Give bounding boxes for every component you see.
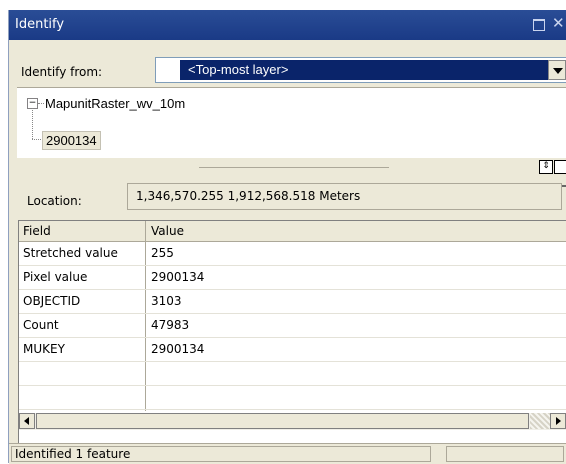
scroll-right-icon[interactable]	[550, 413, 566, 429]
scrollbar-track[interactable]	[530, 413, 550, 429]
horizontal-scrollbar[interactable]	[19, 413, 566, 430]
location-label: Location:	[27, 194, 82, 208]
status-pane	[446, 446, 564, 462]
value-cell: 2900134	[151, 270, 205, 284]
scrollbar-thumb[interactable]	[36, 413, 529, 429]
identify-window: Identify ✕ Identify from: <Top-most laye…	[8, 10, 566, 464]
scroll-left-icon[interactable]	[19, 413, 35, 429]
value-cell: 2900134	[151, 342, 205, 356]
table-row[interactable]: Pixel value 2900134	[19, 265, 566, 290]
table-header: Field Value	[19, 221, 566, 242]
value-cell: 47983	[151, 318, 190, 332]
pane-splitter[interactable]	[199, 167, 389, 168]
table-row[interactable]: Count 47983	[19, 313, 566, 338]
column-header-value[interactable]: Value	[151, 224, 184, 238]
attribute-table: Field Value Stretched value 255 Pixel va…	[18, 220, 566, 448]
field-cell: Stretched value	[23, 246, 118, 260]
table-row[interactable]: Stretched value 255	[19, 241, 566, 266]
field-cell: Pixel value	[23, 270, 88, 284]
table-row[interactable]: MUKEY 2900134	[19, 337, 566, 362]
status-text: Identified 1 feature	[11, 446, 431, 462]
tree-connector	[32, 139, 41, 140]
value-cell: 255	[151, 246, 174, 260]
identify-from-label: Identify from:	[21, 65, 103, 79]
table-row[interactable]: OBJECTID 3103	[19, 289, 566, 314]
collapse-pane-icon[interactable]: ⇕	[539, 160, 553, 174]
dropdown-arrow-icon[interactable]	[548, 60, 566, 80]
window-title: Identify	[15, 17, 65, 32]
field-cell: Count	[23, 318, 59, 332]
status-bar: Identified 1 feature	[9, 443, 566, 464]
tree-feature-node[interactable]: 2900134	[42, 131, 101, 150]
field-cell: OBJECTID	[23, 294, 81, 308]
tree-connector	[38, 103, 44, 104]
identify-from-dropdown[interactable]: <Top-most layer>	[155, 57, 566, 83]
pane-toggle-icon[interactable]	[554, 160, 566, 174]
tree-layer-node[interactable]: MapunitRaster_wv_10m	[45, 96, 185, 111]
table-row-empty	[19, 385, 566, 410]
tree-connector	[32, 108, 33, 139]
location-field[interactable]: 1,346,570.255 1,912,568.518 Meters	[127, 183, 562, 210]
close-icon[interactable]: ✕	[552, 14, 565, 32]
maximize-icon[interactable]	[533, 19, 545, 31]
results-tree: − MapunitRaster_wv_10m 2900134	[17, 87, 566, 158]
title-bar[interactable]: Identify ✕	[9, 10, 566, 40]
identify-from-selected: <Top-most layer>	[180, 60, 552, 80]
value-cell: 3103	[151, 294, 182, 308]
field-cell: MUKEY	[23, 342, 65, 356]
location-options-icon[interactable]	[562, 185, 566, 193]
column-header-field[interactable]: Field	[23, 224, 51, 238]
table-row-empty	[19, 361, 566, 386]
